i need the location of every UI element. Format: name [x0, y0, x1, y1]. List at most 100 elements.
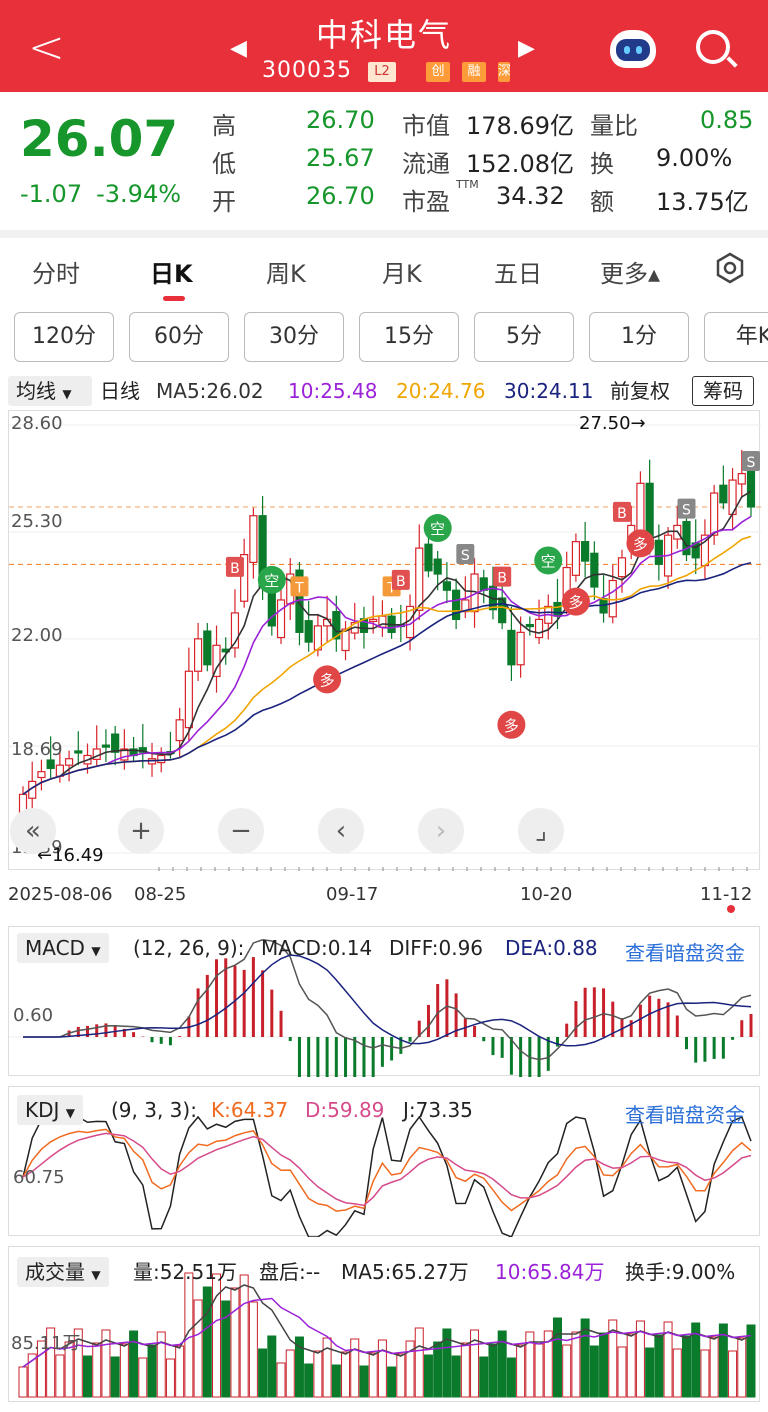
- volume-bar: [506, 1357, 516, 1398]
- period-year[interactable]: 年K: [704, 312, 768, 362]
- zoom-in-button[interactable]: +: [118, 808, 164, 854]
- volume-bar: [709, 1336, 719, 1398]
- low-label: 低: [212, 150, 236, 178]
- macd-bar: [150, 1037, 154, 1043]
- volume-bar: [737, 1337, 747, 1398]
- volume-bar: [239, 1274, 249, 1398]
- scroll-right-button[interactable]: ›: [418, 808, 464, 854]
- scroll-left-button[interactable]: ‹: [318, 808, 364, 854]
- macd-bar: [279, 1010, 283, 1037]
- macd-bar: [215, 959, 219, 1037]
- macd-dropdown-label: MACD: [25, 936, 85, 960]
- ma-dropdown[interactable]: 均线 ▼: [8, 376, 92, 406]
- volume-bar: [534, 1343, 544, 1398]
- candle-body: [46, 759, 55, 770]
- macd-bar: [168, 1037, 172, 1046]
- scroll-left-fast-button[interactable]: «: [10, 808, 56, 854]
- ma10-value: 10:25.48: [288, 379, 378, 403]
- volume-dropdown[interactable]: 成交量 ▼: [17, 1257, 109, 1287]
- tab-five-day[interactable]: 五日: [494, 254, 542, 289]
- period-selector: 120分 60分 30分 15分 5分 1分 年K: [0, 312, 768, 364]
- macd-bar: [178, 1036, 182, 1037]
- signal-text: S: [461, 548, 470, 564]
- pe-value: 34.32: [496, 182, 565, 210]
- candle-body: [313, 625, 322, 651]
- candle-body: [442, 581, 451, 591]
- fullscreen-button[interactable]: ⌟: [518, 808, 564, 854]
- period-120min[interactable]: 120分: [14, 312, 114, 362]
- search-icon[interactable]: [696, 30, 730, 64]
- dark-pool-link-2[interactable]: 查看暗盘资金: [625, 1099, 745, 1128]
- macd-bar: [721, 1037, 725, 1059]
- tab-monthly[interactable]: 月K: [382, 254, 422, 289]
- macd-bar: [482, 1037, 486, 1042]
- candle-body: [746, 469, 756, 508]
- volume-bar: [331, 1364, 341, 1398]
- date-label-3: 09-17: [326, 884, 379, 905]
- low-value: 25.67: [306, 144, 375, 172]
- tab-more[interactable]: 更多▴: [600, 254, 660, 289]
- volume-bar: [423, 1354, 433, 1398]
- volume-bar: [562, 1344, 572, 1398]
- candle-body: [64, 758, 74, 766]
- period-30min[interactable]: 30分: [244, 312, 344, 362]
- period-5min[interactable]: 5分: [474, 312, 574, 362]
- turnover-label: 换: [590, 150, 614, 178]
- macd-bar: [95, 1024, 99, 1037]
- signal-text: S: [747, 455, 756, 471]
- candle-body: [553, 601, 562, 617]
- period-1min[interactable]: 1分: [589, 312, 689, 362]
- macd-bar: [426, 1004, 430, 1037]
- volume-bar: [451, 1355, 461, 1398]
- candle-body: [617, 557, 627, 578]
- macd-params: (12, 26, 9):: [133, 936, 245, 960]
- robot-assistant-icon[interactable]: [610, 30, 656, 68]
- signal-text: 多: [633, 535, 648, 553]
- macd-bar: [132, 1032, 136, 1037]
- kline-chart[interactable]: B空TB空B多空多B多SST多S 28.60 25.30 22.00 18.69…: [8, 410, 761, 873]
- volume-bar: [350, 1338, 360, 1398]
- kdj-panel[interactable]: KDJ ▼ (9, 3, 3): K:64.37 D:59.89 J:73.35…: [8, 1086, 760, 1238]
- macd-panel[interactable]: MACD ▼ (12, 26, 9): MACD:0.14 DIFF:0.96 …: [8, 926, 761, 1143]
- j-value: J:73.35: [403, 1098, 473, 1122]
- signal-text: B: [230, 561, 240, 577]
- macd-dropdown[interactable]: MACD ▼: [17, 933, 109, 963]
- date-label-2: 08-25: [134, 884, 187, 905]
- volume-panel[interactable]: 成交量 ▼ 量:52.51万 盘后:-- MA5:65.27万 10:65.84…: [8, 1246, 760, 1402]
- ma20-value: 20:24.76: [396, 379, 486, 403]
- macd-bar: [390, 1037, 394, 1061]
- volume-bar: [433, 1341, 443, 1398]
- candle-body: [111, 733, 120, 753]
- tab-intraday[interactable]: 分时: [32, 254, 80, 289]
- volume-bar: [304, 1363, 314, 1398]
- tab-daily[interactable]: 日K: [150, 254, 193, 289]
- settings-gear-icon[interactable]: [714, 252, 746, 284]
- kdj-y-label: 60.75: [13, 1167, 65, 1188]
- y-label-2: 25.30: [11, 511, 63, 532]
- signal-text: 空: [264, 572, 279, 590]
- pe-ttm-sup: TTM: [456, 178, 479, 191]
- macd-bar: [371, 1037, 375, 1087]
- next-stock-icon[interactable]: ▶: [518, 36, 535, 61]
- tab-weekly[interactable]: 周K: [266, 254, 306, 289]
- period-15min[interactable]: 15分: [359, 312, 459, 362]
- period-60min[interactable]: 60分: [129, 312, 229, 362]
- candle-body: [654, 539, 663, 565]
- volume-bar: [230, 1287, 240, 1398]
- candle-body: [737, 472, 746, 485]
- macd-bar: [159, 1037, 163, 1044]
- dark-pool-link[interactable]: 查看暗盘资金: [625, 937, 745, 966]
- macd-bar: [657, 998, 661, 1037]
- candle-body: [193, 638, 203, 672]
- ma-legend: 均线 ▼ 日线 MA5:26.02 10:25.48 20:24.76 30:2…: [0, 374, 768, 408]
- candle-body: [175, 719, 184, 742]
- adjust-mode[interactable]: 前复权: [610, 374, 670, 408]
- chips-button[interactable]: 筹码: [692, 376, 754, 406]
- macd-bar: [205, 974, 209, 1037]
- kdj-dropdown-label: KDJ: [25, 1098, 60, 1122]
- stock-code: 300035: [262, 58, 352, 83]
- kdj-dropdown[interactable]: KDJ ▼: [17, 1095, 84, 1125]
- zoom-out-button[interactable]: −: [218, 808, 264, 854]
- signal-text: S: [682, 503, 691, 519]
- volume-bar: [700, 1349, 710, 1398]
